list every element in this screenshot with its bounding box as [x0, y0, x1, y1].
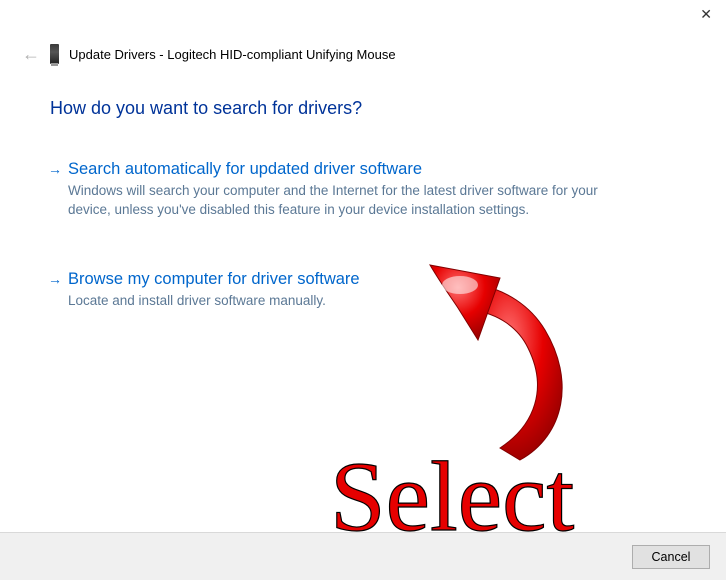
option-browse-manual-desc: Locate and install driver software manua… [68, 292, 628, 310]
wizard-footer: Cancel [0, 532, 726, 580]
option-browse-manual-title: Browse my computer for driver software [68, 269, 628, 290]
page-heading: How do you want to search for drivers? [50, 98, 686, 119]
wizard-header: ← Update Drivers - Logitech HID-complian… [22, 44, 706, 64]
update-drivers-wizard: ✕ ← Update Drivers - Logitech HID-compli… [0, 0, 726, 580]
option-search-auto-title: Search automatically for updated driver … [68, 159, 628, 180]
arrow-right-icon: → [48, 161, 62, 177]
device-icon [50, 44, 59, 64]
close-icon[interactable]: ✕ [700, 6, 712, 23]
wizard-body: How do you want to search for drivers? →… [50, 98, 686, 361]
option-search-auto[interactable]: → Search automatically for updated drive… [68, 159, 628, 219]
wizard-title: Update Drivers - Logitech HID-compliant … [69, 47, 396, 62]
option-search-auto-desc: Windows will search your computer and th… [68, 182, 628, 218]
titlebar: ✕ [0, 0, 726, 30]
cancel-button[interactable]: Cancel [632, 545, 710, 569]
option-browse-manual[interactable]: → Browse my computer for driver software… [68, 269, 628, 311]
back-arrow-icon: ← [22, 45, 40, 63]
arrow-right-icon: → [48, 271, 62, 287]
